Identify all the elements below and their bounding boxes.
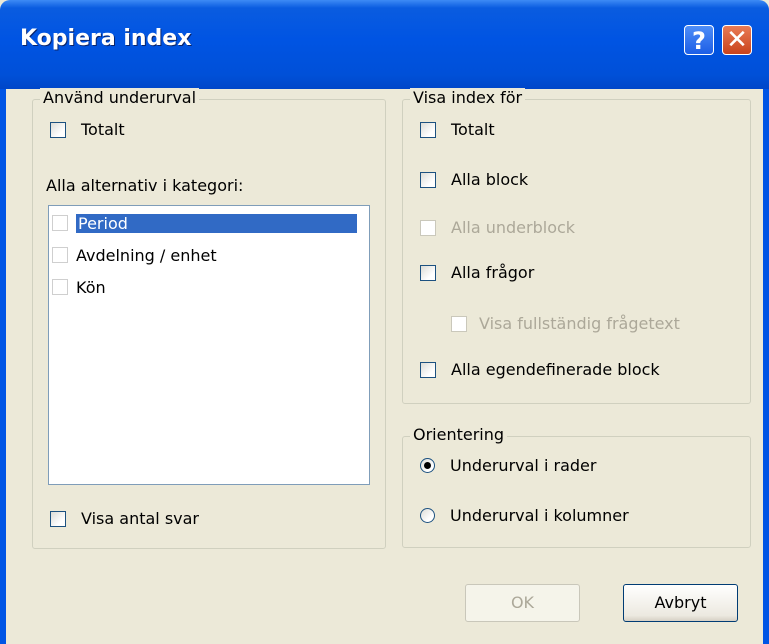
all-subblocks-checkbox: Alla underblock bbox=[420, 218, 575, 237]
show-index-total-label: Totalt bbox=[451, 120, 495, 139]
rows-radio-label: Underurval i rader bbox=[450, 456, 597, 475]
full-question-text-box bbox=[451, 315, 467, 332]
full-question-text-checkbox: Visa fullständig frågetext bbox=[451, 314, 680, 333]
show-index-legend: Visa index för bbox=[410, 88, 526, 107]
custom-blocks-checkbox[interactable]: Alla egendefinerade block bbox=[420, 360, 660, 379]
all-blocks-label: Alla block bbox=[451, 170, 529, 189]
list-item-label: Avdelning / enhet bbox=[76, 245, 217, 265]
list-item[interactable]: Kön bbox=[52, 275, 106, 299]
window-frame-left bbox=[0, 89, 6, 644]
custom-blocks-box[interactable] bbox=[420, 361, 436, 378]
all-blocks-checkbox[interactable]: Alla block bbox=[420, 170, 528, 189]
list-item-label: Kön bbox=[76, 277, 106, 297]
window-frame-right bbox=[763, 89, 769, 644]
all-subblocks-box bbox=[420, 219, 436, 236]
cancel-button[interactable]: Avbryt bbox=[623, 584, 738, 622]
show-count-box[interactable] bbox=[50, 510, 66, 527]
show-count-checkbox[interactable]: Visa antal svar bbox=[50, 509, 199, 528]
all-questions-checkbox[interactable]: Alla frågor bbox=[420, 263, 534, 282]
list-item-label: Period bbox=[76, 213, 357, 233]
custom-blocks-label: Alla egendefinerade block bbox=[451, 360, 660, 379]
list-item-checkbox[interactable] bbox=[52, 279, 68, 295]
orientation-legend: Orientering bbox=[410, 425, 508, 444]
rows-radio[interactable]: Underurval i rader bbox=[420, 456, 596, 475]
full-question-text-label: Visa fullständig frågetext bbox=[479, 314, 680, 333]
subset-total-box[interactable] bbox=[50, 121, 66, 138]
category-listbox[interactable]: Period Avdelning / enhet Kön bbox=[48, 205, 370, 485]
list-item-checkbox[interactable] bbox=[52, 247, 68, 263]
show-count-label: Visa antal svar bbox=[81, 509, 200, 528]
rows-radio-button[interactable] bbox=[420, 458, 435, 473]
close-icon[interactable]: ✕ bbox=[722, 25, 752, 55]
window-title: Kopiera index bbox=[20, 26, 192, 51]
title-bar: Kopiera index ? ✕ bbox=[0, 0, 769, 89]
columns-radio-button[interactable] bbox=[420, 508, 435, 523]
category-label-text: Alla alternativ i kategori: bbox=[46, 176, 244, 195]
category-label: Alla alternativ i kategori: bbox=[46, 176, 243, 195]
show-index-total-box[interactable] bbox=[420, 121, 436, 138]
list-item[interactable]: Period bbox=[52, 211, 357, 235]
show-index-total-checkbox[interactable]: Totalt bbox=[420, 120, 495, 139]
all-questions-box[interactable] bbox=[420, 264, 436, 281]
columns-radio-label: Underurval i kolumner bbox=[450, 506, 629, 525]
list-item[interactable]: Avdelning / enhet bbox=[52, 243, 217, 267]
subset-total-label: Totalt bbox=[81, 120, 125, 139]
all-subblocks-label: Alla underblock bbox=[451, 218, 576, 237]
orientation-group: Orientering bbox=[402, 425, 751, 548]
help-icon[interactable]: ? bbox=[684, 25, 714, 55]
list-item-checkbox[interactable] bbox=[52, 215, 68, 231]
ok-button[interactable]: OK bbox=[465, 584, 580, 622]
all-blocks-box[interactable] bbox=[420, 171, 436, 188]
subset-total-checkbox[interactable]: Totalt bbox=[50, 120, 125, 139]
show-index-group: Visa index för bbox=[402, 88, 751, 404]
subset-group-legend: Använd underurval bbox=[40, 88, 200, 107]
all-questions-label: Alla frågor bbox=[451, 263, 535, 282]
columns-radio[interactable]: Underurval i kolumner bbox=[420, 506, 629, 525]
